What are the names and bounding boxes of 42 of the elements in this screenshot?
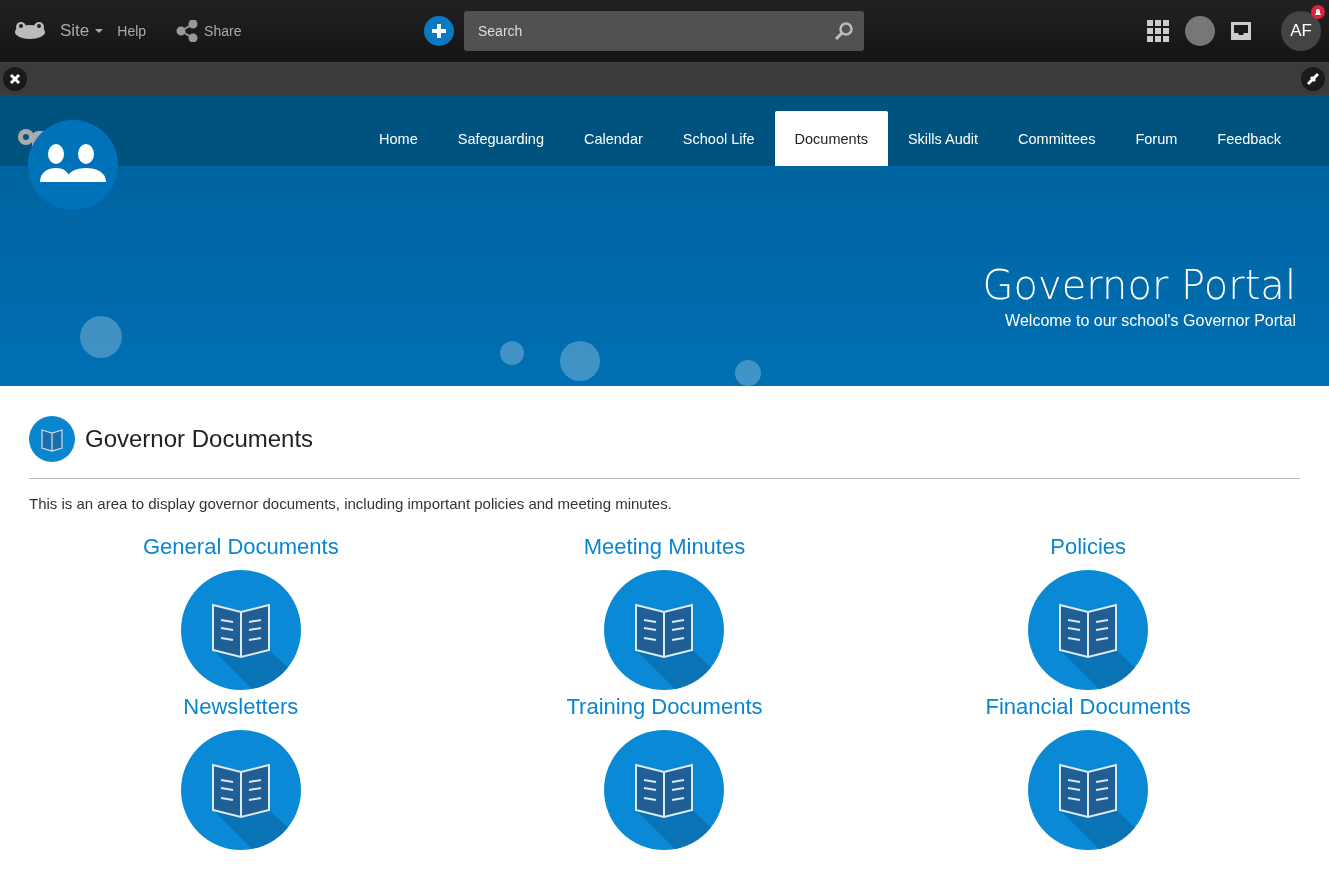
open-book-icon[interactable] [1028,730,1149,850]
banner-title: Governor Portal [982,262,1296,308]
open-book-icon[interactable] [1028,570,1149,690]
book-icon [29,416,75,462]
banner-subtitle: Welcome to our school's Governor Portal [1004,312,1296,330]
nav-tab[interactable]: Skills Audit [887,111,999,166]
tile-link[interactable]: General Documents [143,534,339,560]
share-icon [176,20,199,42]
user-avatar[interactable]: AF [1281,11,1321,51]
caret-icon [95,29,104,33]
share-button[interactable]: Share [176,20,242,42]
site-menu[interactable]: Site [60,21,104,41]
search-field[interactable]: Search [464,11,864,51]
help-link[interactable]: Help [117,23,147,39]
nav-tab[interactable]: Calendar [564,111,663,166]
plus-icon[interactable] [424,16,454,46]
nav-tab[interactable]: Home [359,111,438,166]
open-book-icon[interactable] [604,570,725,690]
open-book-icon[interactable] [180,730,301,850]
bell-icon [1311,5,1325,19]
nav-tab[interactable]: Documents [774,111,888,166]
nav-tab[interactable]: Safeguarding [437,111,564,166]
section-description: This is an area to display governor documents, including important policies and meeting minutes. [29,495,673,512]
nav-tab[interactable]: School Life [662,111,775,166]
tile-link[interactable]: Newsletters [183,694,299,720]
apps-grid-icon[interactable] [1147,20,1169,42]
tile-link[interactable]: Policies [1050,534,1127,560]
open-book-icon[interactable] [180,570,301,690]
search-icon[interactable] [834,21,854,41]
tile-link[interactable]: Financial Documents [985,694,1191,720]
inbox-icon[interactable] [1231,22,1251,40]
nav-tab[interactable]: Forum [1115,111,1198,166]
collapse-icon[interactable] [1301,67,1325,91]
section-title: Governor Documents [85,425,314,453]
nav-tab[interactable]: Committees [998,111,1116,166]
circle-icon[interactable] [1185,16,1215,46]
close-icon[interactable] [3,67,27,91]
tile-link[interactable]: Training Documents [566,694,763,720]
nav-tab[interactable]: Feedback [1197,111,1301,166]
tile-link[interactable]: Meeting Minutes [583,534,746,560]
frog-logo-icon[interactable] [14,21,46,41]
open-book-icon[interactable] [604,730,725,850]
